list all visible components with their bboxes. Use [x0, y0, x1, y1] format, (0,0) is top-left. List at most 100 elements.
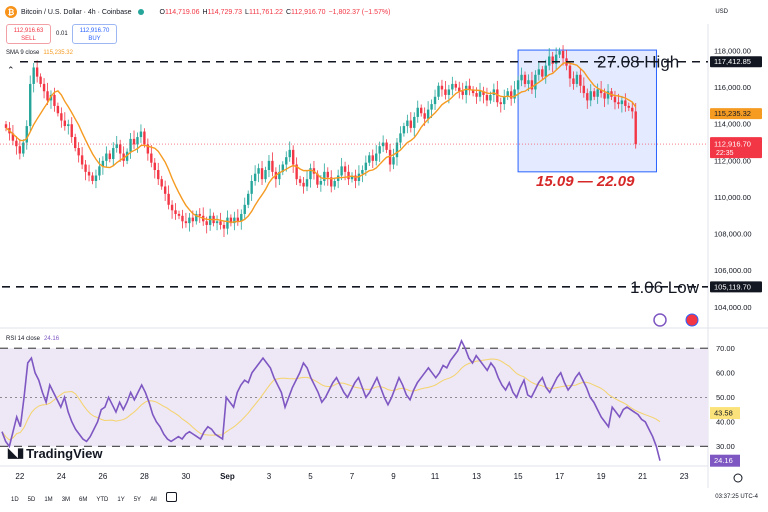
- time-tick-label: 13: [472, 472, 481, 481]
- candle: [603, 93, 606, 99]
- candle: [503, 96, 506, 105]
- timeframe-5d[interactable]: 5D: [28, 497, 36, 503]
- candle: [537, 69, 541, 75]
- timeframe-all[interactable]: All: [150, 497, 157, 503]
- candle: [157, 170, 160, 180]
- candle: [198, 213, 201, 216]
- candle: [430, 104, 433, 110]
- candle: [534, 74, 537, 90]
- rsi-ma-badge: 43.58: [714, 409, 733, 418]
- timeframe-1y[interactable]: 1Y: [117, 497, 124, 503]
- candle: [285, 157, 288, 165]
- candle: [60, 113, 63, 121]
- candle: [53, 94, 56, 106]
- candle: [499, 102, 502, 105]
- candle: [624, 100, 627, 106]
- candle: [302, 182, 305, 187]
- candle: [247, 193, 250, 205]
- candle: [631, 107, 634, 112]
- candle: [423, 113, 426, 119]
- candle: [236, 217, 240, 222]
- timeframe-3m[interactable]: 3M: [62, 497, 70, 503]
- calendar-icon[interactable]: [166, 492, 177, 502]
- candle: [485, 94, 489, 101]
- candle: [18, 146, 22, 154]
- chart-canvas[interactable]: 104,000.00 106,000.00 108,000.00 110,000.00…: [0, 0, 768, 512]
- candle: [39, 76, 42, 84]
- candle: [319, 181, 323, 185]
- candle: [364, 162, 368, 171]
- timeframe-1m[interactable]: 1M: [44, 497, 52, 503]
- candle: [4, 124, 8, 128]
- candle: [288, 149, 291, 158]
- flag-us-icon[interactable]: [685, 313, 699, 327]
- compare-icon[interactable]: [653, 313, 667, 327]
- candle: [253, 173, 257, 181]
- rsi-tick-label: 30.00: [716, 442, 735, 451]
- candle: [74, 137, 77, 149]
- candle: [388, 149, 392, 165]
- candle: [46, 91, 49, 101]
- candle: [215, 221, 219, 224]
- high-price-badge: 117,412.85: [714, 57, 751, 66]
- candle: [174, 210, 177, 214]
- candle: [150, 153, 153, 163]
- candle: [222, 224, 226, 229]
- candle: [461, 91, 464, 95]
- price-tick-label: 110,000.00: [714, 193, 751, 202]
- candle: [115, 144, 118, 149]
- timeframe-ytd[interactable]: YTD: [96, 497, 108, 503]
- candle: [160, 179, 163, 187]
- candle: [143, 131, 146, 145]
- candle: [572, 78, 575, 84]
- time-tick-label: 23: [680, 472, 689, 481]
- settings-icon[interactable]: [733, 473, 743, 483]
- time-tick-label: Sep: [220, 472, 235, 481]
- timeframe-6m[interactable]: 6M: [79, 497, 87, 503]
- candle: [575, 74, 579, 84]
- candle: [271, 160, 274, 172]
- timeframe-5y[interactable]: 5Y: [134, 497, 141, 503]
- candle: [29, 83, 32, 127]
- candle: [181, 215, 184, 222]
- candle: [395, 142, 399, 158]
- time-tick-label: 17: [555, 472, 564, 481]
- time-tick-label: 3: [267, 472, 272, 481]
- candle: [67, 124, 70, 127]
- candle: [163, 186, 167, 194]
- rsi-legend[interactable]: RSI 14 close 24.16: [6, 336, 59, 342]
- low-annotation: 1.06 Low: [630, 278, 700, 297]
- candle: [323, 171, 326, 181]
- candle: [586, 93, 589, 101]
- candle: [167, 193, 170, 205]
- candle: [433, 96, 437, 105]
- candle: [260, 168, 264, 180]
- candle: [326, 171, 329, 178]
- candle: [257, 168, 260, 174]
- candle: [267, 160, 271, 171]
- candle: [191, 217, 195, 222]
- candle: [170, 204, 174, 211]
- candle: [489, 94, 492, 101]
- candle: [513, 89, 516, 99]
- last-price-badge: 112,916.70: [714, 140, 751, 149]
- candle: [593, 91, 596, 97]
- time-tick-label: 5: [308, 472, 313, 481]
- candle: [437, 85, 440, 97]
- candle: [361, 170, 364, 174]
- candle: [464, 85, 468, 95]
- timeframe-1d[interactable]: 1D: [11, 497, 19, 503]
- time-tick-label: 28: [140, 472, 149, 481]
- candle: [177, 213, 181, 216]
- candle: [454, 83, 457, 88]
- candle: [551, 56, 554, 64]
- candle: [32, 67, 35, 84]
- candle: [347, 171, 350, 180]
- candle: [298, 179, 302, 183]
- candle: [378, 146, 381, 154]
- candle: [42, 83, 46, 92]
- candle: [205, 221, 208, 225]
- candle: [105, 153, 108, 161]
- candle: [613, 96, 617, 103]
- candle: [208, 215, 212, 225]
